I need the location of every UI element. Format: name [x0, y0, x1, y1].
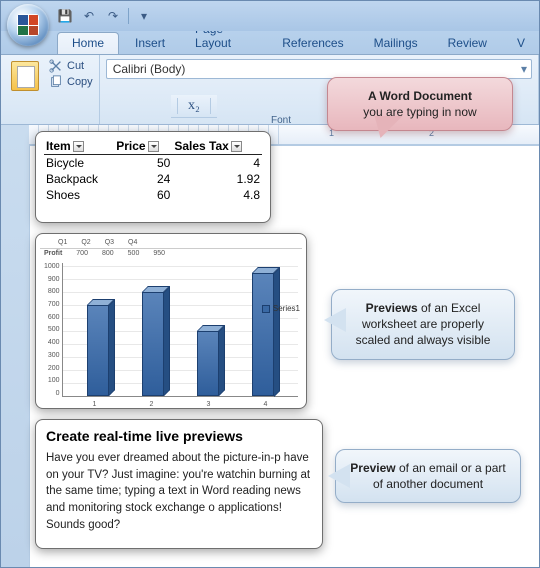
document-gutter	[1, 125, 29, 567]
word-window: 💾 ↶ ↷ ▾ Home Insert Page Layout Referenc…	[0, 0, 540, 568]
col-price[interactable]: Price	[114, 138, 172, 155]
document-preview: Create real-time live previews Have you …	[35, 419, 323, 549]
chart-area: 10009008007006005004003002001000 Series1	[40, 259, 302, 399]
chart-plot	[62, 263, 298, 397]
tab-insert[interactable]: Insert	[121, 33, 179, 54]
doc-preview-title: Create real-time live previews	[46, 428, 312, 444]
chart-bar	[142, 292, 164, 396]
chevron-down-icon: ▾	[521, 62, 527, 76]
subscript-button[interactable]: x₂	[186, 98, 202, 114]
data-table: Item Price Sales Tax Bicycle504 Backpack…	[44, 138, 262, 203]
table-row: Shoes604.8	[44, 187, 262, 203]
clipboard-group: Cut Copy	[1, 55, 100, 124]
chart-legend: Series1	[262, 304, 300, 313]
doc-preview-body: Have you ever dreamed about the picture-…	[46, 450, 312, 533]
copy-label: Copy	[67, 76, 93, 88]
col-tax[interactable]: Sales Tax	[172, 138, 262, 155]
font-toolbar-fragment: x₂	[171, 95, 217, 118]
undo-icon[interactable]: ↶	[80, 7, 98, 25]
excel-chart-preview: Q1Q2Q3Q4 Profit 700800500950 10009008007…	[35, 233, 307, 409]
filter-icon[interactable]	[148, 141, 159, 152]
paste-icon	[11, 61, 39, 91]
chart-mini-header: Q1Q2Q3Q4	[40, 238, 302, 249]
sep	[210, 98, 211, 114]
filter-icon[interactable]	[73, 141, 84, 152]
font-selector[interactable]: Calibri (Body) ▾	[106, 59, 532, 79]
tab-mailings[interactable]: Mailings	[360, 33, 432, 54]
excel-table-preview: Item Price Sales Tax Bicycle504 Backpack…	[35, 131, 271, 223]
ribbon-tabs: Home Insert Page Layout References Maili…	[1, 31, 539, 55]
font-name: Calibri (Body)	[113, 62, 186, 76]
callout-word-doc: A Word Documentyou are typing in now	[327, 77, 513, 131]
scissors-icon	[49, 59, 63, 73]
copy-icon	[49, 75, 63, 89]
table-row: Backpack241.92	[44, 171, 262, 187]
quick-access-toolbar: 💾 ↶ ↷ ▾	[56, 7, 153, 25]
office-button[interactable]	[7, 4, 49, 46]
callout-email-preview: Preview of an email or a part of another…	[335, 449, 521, 503]
callout-excel-preview: Previews of an Excel worksheet are prope…	[331, 289, 515, 360]
qat-customize-icon[interactable]: ▾	[135, 7, 153, 25]
tab-references[interactable]: References	[268, 33, 357, 54]
cut-button[interactable]: Cut	[49, 59, 93, 73]
paste-button[interactable]	[7, 59, 43, 122]
chart-xaxis: 1234	[40, 399, 302, 408]
qat-separator	[128, 8, 129, 24]
tab-home[interactable]: Home	[57, 32, 119, 54]
tab-view-cut[interactable]: V	[503, 33, 539, 54]
filter-icon[interactable]	[231, 141, 242, 152]
redo-icon[interactable]: ↷	[104, 7, 122, 25]
col-item[interactable]: Item	[44, 138, 114, 155]
chart-yaxis: 10009008007006005004003002001000	[44, 263, 62, 397]
table-row: Bicycle504	[44, 155, 262, 172]
sep	[177, 98, 178, 114]
office-logo-icon	[17, 14, 39, 36]
legend-swatch-icon	[262, 305, 270, 313]
copy-button[interactable]: Copy	[49, 75, 93, 89]
save-icon[interactable]: 💾	[56, 7, 74, 25]
chart-mini-values: Profit 700800500950	[40, 249, 302, 259]
tab-review[interactable]: Review	[434, 33, 501, 54]
chart-bar	[252, 273, 274, 397]
chart-bar	[87, 305, 109, 396]
title-bar: 💾 ↶ ↷ ▾	[1, 1, 539, 31]
chart-bar	[197, 331, 219, 396]
cut-label: Cut	[67, 60, 84, 72]
